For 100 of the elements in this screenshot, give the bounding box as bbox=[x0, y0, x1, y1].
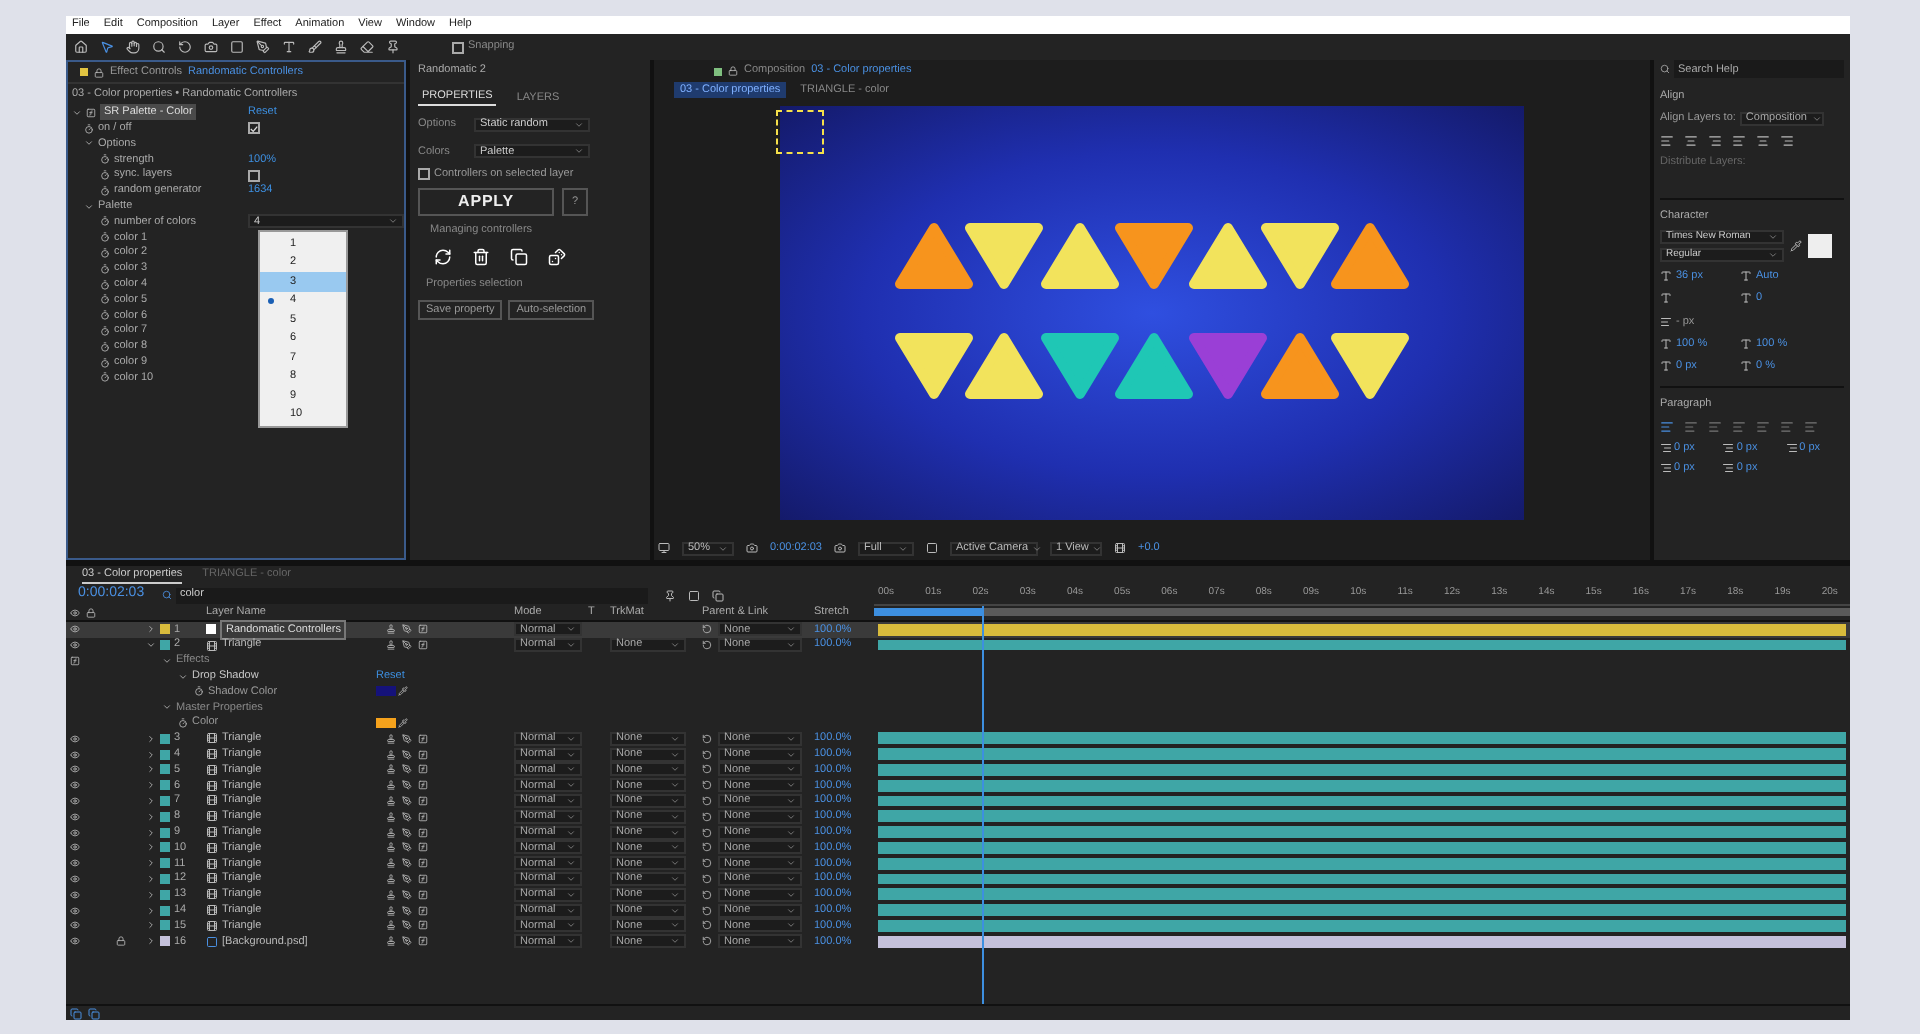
justify-icon[interactable] bbox=[1660, 419, 1674, 433]
visibility-icon[interactable] bbox=[70, 905, 80, 916]
layer-duration-bar[interactable] bbox=[878, 873, 1846, 885]
disclosure-icon[interactable] bbox=[146, 936, 156, 947]
lock-icon[interactable] bbox=[116, 936, 126, 947]
disclosure-icon[interactable] bbox=[146, 811, 156, 822]
disclosure-icon[interactable] bbox=[146, 780, 156, 791]
eraser-icon[interactable] bbox=[360, 40, 374, 54]
effect-switch-icon[interactable] bbox=[418, 827, 428, 838]
pen-icon[interactable] bbox=[256, 40, 270, 54]
layer-duration-bar[interactable] bbox=[878, 795, 1846, 807]
camera-icon[interactable] bbox=[834, 542, 846, 554]
disclosure-icon[interactable] bbox=[146, 749, 156, 760]
checkbox[interactable] bbox=[248, 122, 260, 135]
eyedropper-icon[interactable] bbox=[398, 717, 408, 728]
disclosure-icon[interactable] bbox=[146, 795, 156, 806]
visibility-icon[interactable] bbox=[70, 873, 80, 884]
effect-switch-icon[interactable] bbox=[418, 795, 428, 806]
visibility-icon[interactable] bbox=[70, 764, 80, 775]
eyedropper-icon[interactable] bbox=[1790, 240, 1802, 252]
label-swatch[interactable] bbox=[160, 842, 170, 853]
justify-icon[interactable] bbox=[1780, 419, 1794, 433]
visibility-icon[interactable] bbox=[70, 842, 80, 853]
visibility-icon[interactable] bbox=[70, 889, 80, 900]
playhead-line[interactable] bbox=[981, 606, 984, 1004]
checkbox[interactable] bbox=[418, 167, 430, 180]
duplicate-icon[interactable] bbox=[510, 248, 528, 267]
disclosure-icon[interactable] bbox=[146, 640, 156, 650]
effect-switch-icon[interactable] bbox=[418, 842, 428, 853]
label-swatch[interactable] bbox=[160, 827, 170, 838]
disclosure-icon[interactable] bbox=[146, 858, 156, 869]
zoom-icon[interactable] bbox=[152, 40, 166, 54]
fill-swatch[interactable] bbox=[1808, 234, 1832, 258]
align-center-icon[interactable] bbox=[1684, 133, 1698, 147]
justify-icon[interactable] bbox=[1804, 419, 1818, 433]
disclosure-icon[interactable] bbox=[146, 842, 156, 853]
justify-icon[interactable] bbox=[1732, 419, 1746, 433]
layer-duration-bar[interactable] bbox=[878, 810, 1846, 823]
home-icon[interactable] bbox=[74, 40, 88, 54]
layer-duration-bar[interactable] bbox=[878, 639, 1846, 651]
layer-duration-bar[interactable] bbox=[878, 763, 1846, 776]
disclosure-icon[interactable] bbox=[146, 827, 156, 838]
label-swatch[interactable] bbox=[160, 640, 170, 650]
playhead-progress[interactable] bbox=[874, 608, 982, 617]
label-swatch[interactable] bbox=[160, 749, 170, 760]
refresh-icon[interactable] bbox=[434, 248, 452, 267]
effect-switch-icon[interactable] bbox=[418, 749, 428, 760]
visibility-icon[interactable] bbox=[70, 795, 80, 806]
layer-duration-bar[interactable] bbox=[878, 841, 1846, 854]
pin-icon[interactable] bbox=[386, 40, 400, 54]
effect-switch-icon[interactable] bbox=[418, 764, 428, 775]
label-swatch[interactable] bbox=[160, 764, 170, 775]
label-swatch[interactable] bbox=[160, 811, 170, 822]
effect-switch-icon[interactable] bbox=[418, 811, 428, 822]
visibility-icon[interactable] bbox=[70, 624, 80, 635]
layer-duration-bar[interactable] bbox=[878, 623, 1846, 636]
visibility-icon[interactable] bbox=[70, 920, 80, 931]
pointer-icon[interactable] bbox=[100, 40, 114, 54]
apply-button[interactable]: APPLY bbox=[418, 188, 554, 216]
label-swatch[interactable] bbox=[160, 795, 170, 806]
label-swatch[interactable] bbox=[160, 889, 170, 900]
stamp-icon[interactable] bbox=[334, 40, 348, 54]
effect-switch-icon[interactable] bbox=[418, 624, 428, 635]
effect-switch-icon[interactable] bbox=[418, 780, 428, 791]
work-area-bar[interactable] bbox=[874, 608, 1850, 617]
film-icon[interactable] bbox=[1114, 542, 1126, 554]
layer-duration-bar[interactable] bbox=[878, 857, 1846, 870]
effect-switch-icon[interactable] bbox=[418, 733, 428, 744]
rectangle-icon[interactable] bbox=[230, 40, 244, 54]
visibility-icon[interactable] bbox=[70, 827, 80, 838]
snapshot-icon[interactable] bbox=[746, 542, 758, 554]
visibility-icon[interactable] bbox=[70, 858, 80, 869]
effect-switch-icon[interactable] bbox=[418, 905, 428, 916]
layer-duration-bar[interactable] bbox=[878, 779, 1846, 792]
color-swatch[interactable] bbox=[376, 686, 396, 697]
visibility-icon[interactable] bbox=[70, 936, 80, 947]
align-left-icon[interactable] bbox=[1660, 133, 1674, 147]
effect-switch-icon[interactable] bbox=[418, 640, 428, 650]
label-swatch[interactable] bbox=[160, 936, 170, 947]
layer-duration-bar[interactable] bbox=[878, 919, 1846, 932]
disclosure-icon[interactable] bbox=[146, 733, 156, 744]
eyedropper-icon[interactable] bbox=[398, 686, 408, 697]
effect-switch-icon[interactable] bbox=[418, 889, 428, 900]
disclosure-icon[interactable] bbox=[146, 905, 156, 916]
disclosure-icon[interactable] bbox=[146, 920, 156, 931]
disclosure-icon[interactable] bbox=[146, 624, 156, 635]
layer-duration-bar[interactable] bbox=[878, 732, 1846, 745]
rotate-icon[interactable] bbox=[178, 40, 192, 54]
monitor-icon[interactable] bbox=[658, 542, 670, 554]
label-swatch[interactable] bbox=[160, 920, 170, 931]
layer-duration-bar[interactable] bbox=[878, 935, 1846, 948]
trash-icon[interactable] bbox=[472, 248, 490, 267]
camera-icon[interactable] bbox=[204, 40, 218, 54]
color-swatch[interactable] bbox=[376, 717, 396, 728]
label-swatch[interactable] bbox=[160, 624, 170, 635]
effect-switch-icon[interactable] bbox=[418, 920, 428, 931]
type-icon[interactable] bbox=[282, 40, 296, 54]
effect-switch-icon[interactable] bbox=[418, 936, 428, 947]
checkbox[interactable] bbox=[248, 169, 260, 182]
effect-switch-icon[interactable] bbox=[418, 858, 428, 869]
